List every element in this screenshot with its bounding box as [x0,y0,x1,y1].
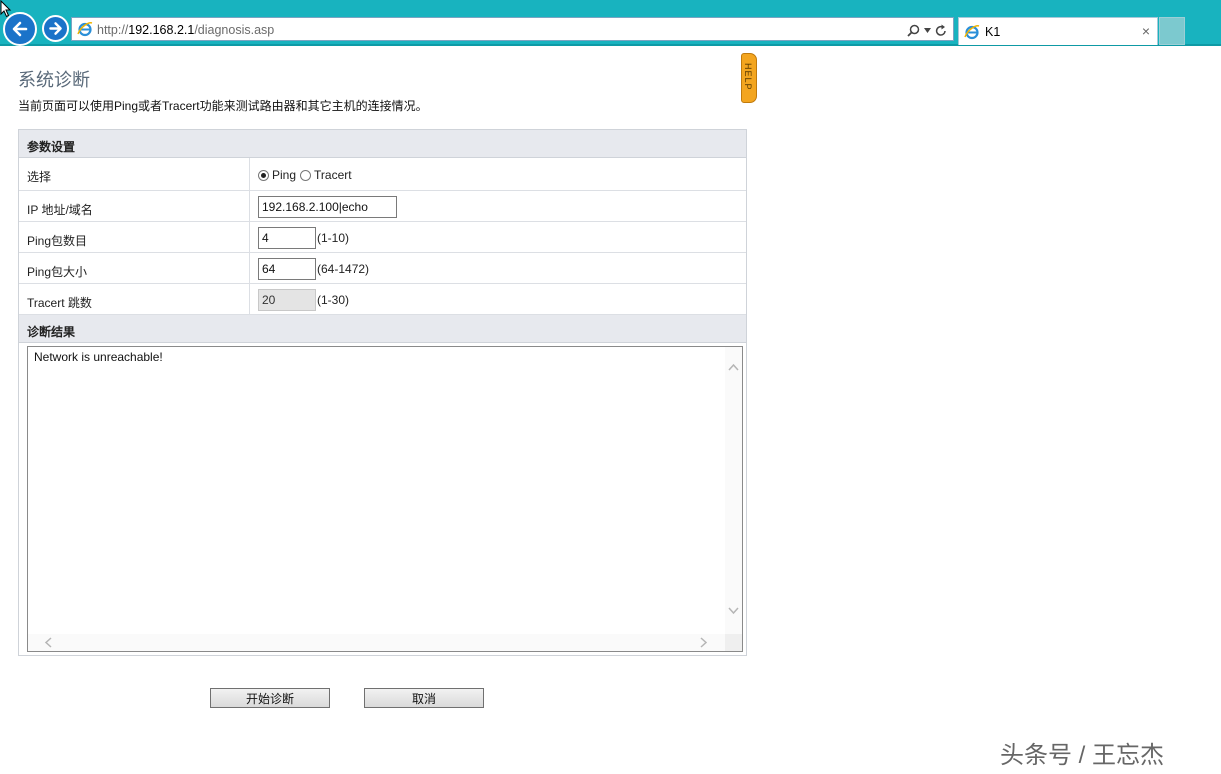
tracert-hops-cell: (1-30) [258,289,349,311]
row-divider [249,222,250,252]
tracert-hops-label: Tracert 跳数 [27,296,92,310]
help-label: HELP [743,63,753,91]
row-ip-address: IP 地址/域名 [19,191,746,222]
row-divider [249,253,250,283]
scrollbar-corner [725,634,742,651]
search-icon[interactable] [907,24,920,37]
tab-close-icon[interactable]: × [1142,23,1150,39]
scroll-left-icon[interactable] [44,637,52,648]
row-ping-size: Ping包大小 (64-1472) [19,253,746,284]
page-title: 系统诊断 [18,70,90,90]
ping-size-label: Ping包大小 [27,265,88,279]
refresh-icon[interactable] [935,24,947,37]
address-tools [907,21,947,39]
page-description: 当前页面可以使用Ping或者Tracert功能来测试路由器和其它主机的连接情况。 [18,99,428,113]
scroll-up-icon[interactable] [728,363,739,371]
horizontal-scrollbar[interactable] [28,634,725,651]
params-section-header: 参数设置 [19,130,746,158]
select-mode-label: 选择 [27,170,52,184]
forward-button[interactable] [42,15,69,42]
ping-count-cell: (1-10) [258,227,349,249]
ping-size-cell: (64-1472) [258,258,369,280]
arrow-right-icon [49,22,62,35]
ping-count-range: (1-10) [317,231,350,245]
ping-size-input[interactable] [258,258,316,280]
ip-address-input[interactable] [258,196,397,218]
url-text: http://192.168.2.1/diagnosis.asp [97,23,275,37]
result-text: Network is unreachable! [34,350,163,364]
tracert-radio-label[interactable]: Tracert [314,168,352,182]
ip-address-cell [258,196,397,218]
ip-address-label: IP 地址/域名 [27,203,93,217]
result-textarea[interactable]: Network is unreachable! [27,346,743,652]
back-button[interactable] [3,12,37,46]
row-divider [249,158,250,190]
diagnosis-panel: 参数设置 选择 Ping Tracert IP 地址/域名 Ping包数目 (1… [18,129,747,656]
dropdown-arrow-icon[interactable] [924,27,931,33]
cancel-button[interactable]: 取消 [364,688,484,708]
tracert-hops-range: (1-30) [317,293,350,307]
row-select-mode: 选择 Ping Tracert [19,158,746,191]
ping-count-label: Ping包数目 [27,234,88,248]
browser-tab[interactable]: K1 × [958,17,1158,45]
row-tracert-hops: Tracert 跳数 (1-30) [19,284,746,315]
result-section-title: 诊断结果 [27,325,76,339]
help-tab[interactable]: HELP [741,53,757,103]
vertical-scrollbar[interactable] [725,347,742,634]
scroll-right-icon[interactable] [700,637,708,648]
tracert-radio[interactable] [300,169,312,181]
tab-title: K1 [985,25,1001,39]
ping-radio-label[interactable]: Ping [272,168,296,182]
ping-size-range: (64-1472) [317,262,370,276]
row-divider [249,191,250,221]
scroll-down-icon[interactable] [728,607,739,615]
watermark: 头条号 / 王忘杰 [1000,742,1165,769]
ping-count-input[interactable] [258,227,316,249]
params-section-title: 参数设置 [27,140,76,154]
ping-radio[interactable] [258,169,269,181]
start-diagnosis-button[interactable]: 开始诊断 [210,688,330,708]
address-bar[interactable]: http://192.168.2.1/diagnosis.asp [71,17,954,41]
new-tab-button[interactable] [1159,17,1185,45]
mode-radio-group: Ping Tracert [258,164,356,186]
result-section-header: 诊断结果 [19,315,746,343]
tracert-hops-input [258,289,316,311]
ie-logo-icon [964,25,980,40]
row-ping-count: Ping包数目 (1-10) [19,222,746,253]
arrow-left-icon [12,21,28,37]
row-divider [249,284,250,314]
ie-logo-icon [77,22,93,37]
